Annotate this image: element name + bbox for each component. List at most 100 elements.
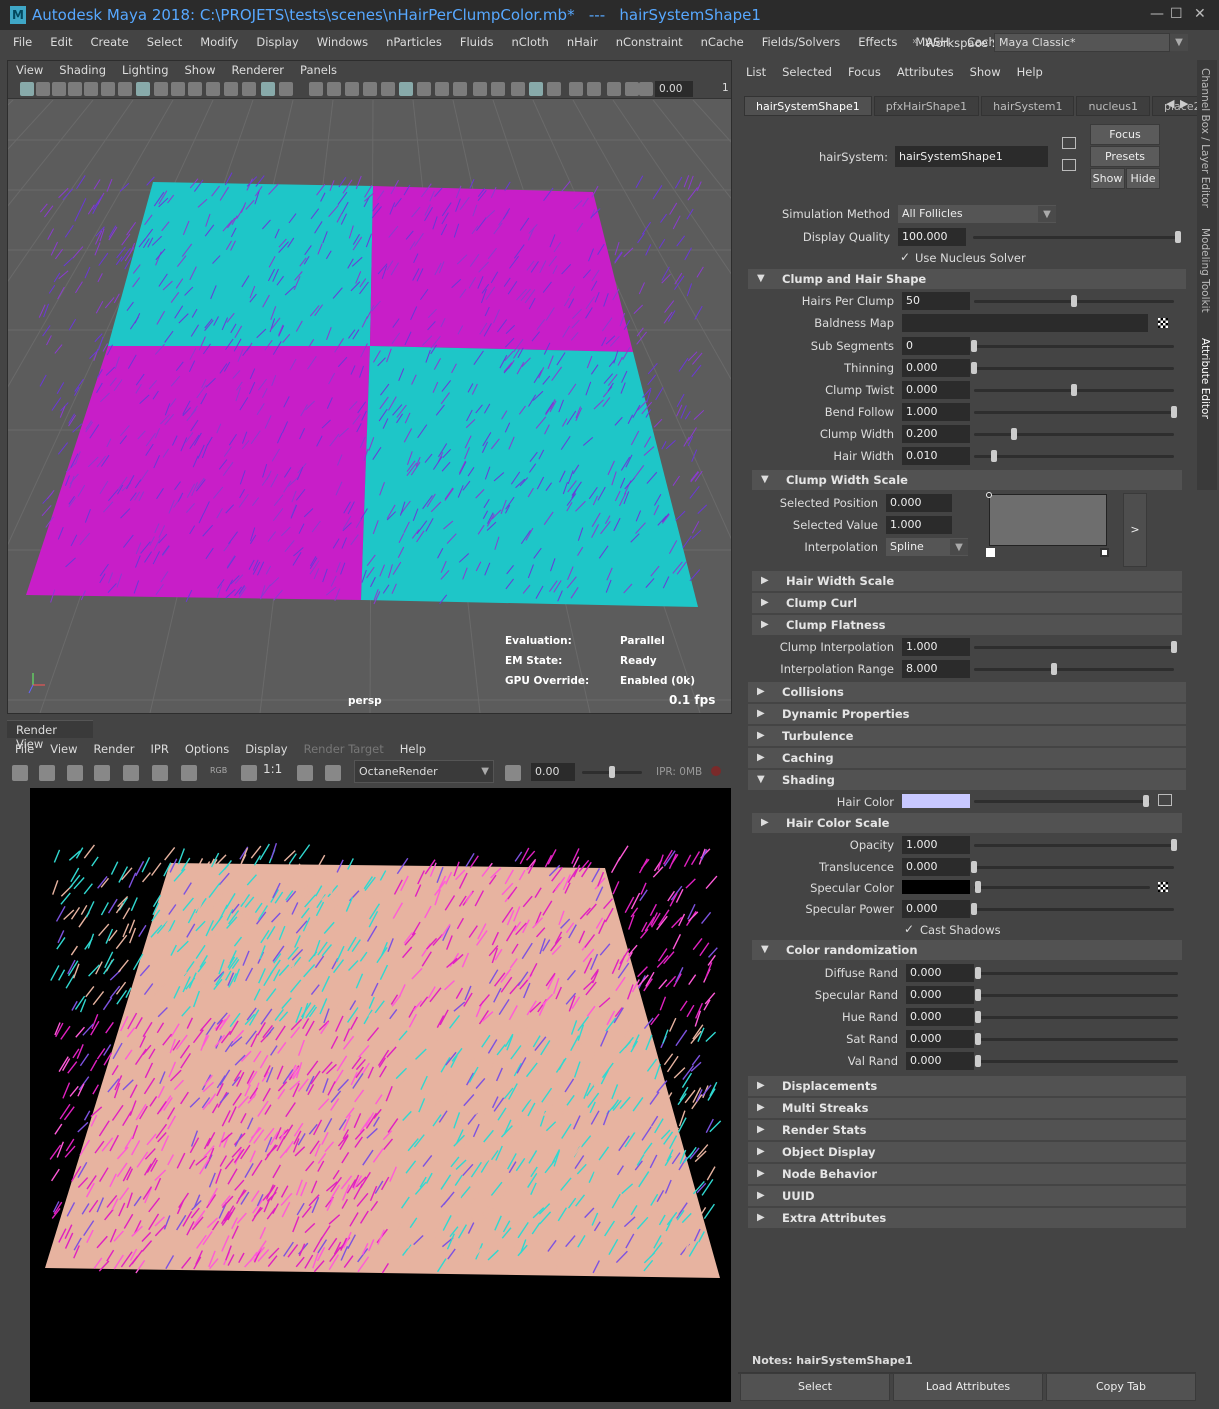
tool-icon[interactable]	[36, 82, 50, 96]
section-header[interactable]: ▶ Caching	[748, 748, 1186, 768]
menu-item[interactable]: nCloth	[502, 35, 557, 49]
expand-ramp-button[interactable]: >	[1123, 493, 1147, 567]
tool-icon[interactable]	[118, 82, 132, 96]
slider-knob[interactable]	[975, 989, 981, 1001]
section-header[interactable]: ▶ Turbulence	[748, 726, 1186, 746]
ratio-button[interactable]: 1:1	[263, 762, 282, 776]
section-header[interactable]: ▶ Displacements	[748, 1076, 1186, 1096]
checker-icon[interactable]	[1158, 882, 1168, 892]
attr-field[interactable]: 8.000	[902, 660, 970, 678]
menu-item[interactable]: Display	[247, 35, 307, 49]
tool-icon[interactable]	[473, 82, 487, 96]
viewport-menu-item[interactable]: Lighting	[114, 63, 176, 77]
viewport-menu-item[interactable]: Show	[177, 63, 224, 77]
attr-field[interactable]: 1.000	[902, 403, 970, 421]
menu-item[interactable]: nHair	[558, 35, 607, 49]
output-connection-icon[interactable]	[1062, 159, 1076, 171]
tool-icon[interactable]	[188, 82, 202, 96]
node-name-field[interactable]: hairSystemShape1	[895, 146, 1048, 167]
menu-item[interactable]: Modify	[191, 35, 247, 49]
tool-icon[interactable]	[224, 82, 238, 96]
tool-icon[interactable]	[529, 82, 543, 96]
tool-icon[interactable]	[261, 82, 275, 96]
slider-knob[interactable]	[1171, 839, 1177, 851]
ae-menu-item[interactable]: Show	[962, 65, 1009, 79]
tool-icon[interactable]	[20, 82, 34, 96]
render-menu-item[interactable]: Display	[237, 742, 295, 756]
render-menu-item[interactable]: Help	[392, 742, 434, 756]
slider-knob[interactable]	[1071, 384, 1077, 396]
slider-knob[interactable]	[971, 340, 977, 352]
slider-knob[interactable]	[971, 861, 977, 873]
tool-icon[interactable]	[453, 82, 467, 96]
show-button[interactable]: Show	[1090, 168, 1125, 189]
render-tool-icon[interactable]	[181, 765, 197, 781]
menu-item[interactable]: nConstraint	[607, 35, 692, 49]
render-menu-item[interactable]: Render	[86, 742, 143, 756]
menu-item[interactable]: Fields/Solvers	[753, 35, 850, 49]
section-header[interactable]: ▶ Collisions	[748, 682, 1186, 702]
maximize-icon[interactable]: ☐	[1170, 6, 1183, 22]
section-header[interactable]: ▶ Clump Flatness	[752, 615, 1182, 635]
ramp-start-icon[interactable]	[986, 548, 995, 557]
rgb-button[interactable]: RGB	[210, 766, 227, 775]
menu-item[interactable]: nParticles	[377, 35, 451, 49]
workspace-select[interactable]: Maya Classic*	[994, 33, 1170, 52]
ramp-graph[interactable]	[989, 494, 1107, 546]
tool-icon[interactable]	[435, 82, 449, 96]
render-menu-item[interactable]: View	[42, 742, 85, 756]
display-quality-slider[interactable]	[973, 236, 1181, 239]
menu-item[interactable]: Fluids	[451, 35, 503, 49]
display-quality-knob[interactable]	[1175, 231, 1181, 243]
tool-icon[interactable]	[206, 82, 220, 96]
slider-knob[interactable]	[1143, 795, 1149, 807]
attr-slider[interactable]	[974, 668, 1174, 671]
tool-icon[interactable]	[309, 82, 323, 96]
render-tool-icon[interactable]	[241, 765, 257, 781]
tab-channel-box[interactable]: Channel Box / Layer Editor	[1199, 68, 1211, 208]
ae-tab[interactable]: nucleus1	[1076, 96, 1151, 116]
section-header[interactable]: ▶ Render Stats	[748, 1120, 1186, 1140]
hair-color-swatch[interactable]	[902, 794, 970, 808]
menu-item[interactable]: File	[4, 35, 41, 49]
attr-field[interactable]: 0.000	[906, 1052, 974, 1070]
attr-field[interactable]: 0.000	[902, 900, 970, 918]
slider-knob[interactable]	[1011, 428, 1017, 440]
ae-menu-item[interactable]: List	[738, 65, 774, 79]
hide-button[interactable]: Hide	[1126, 168, 1160, 189]
ramp-field[interactable]: 0.000	[886, 494, 952, 512]
section-header[interactable]: ▶ Hair Color Scale	[752, 813, 1182, 833]
render-tool-icon[interactable]	[12, 765, 28, 781]
time-field[interactable]: 0.00	[655, 81, 693, 97]
renderer-select[interactable]: OctaneRender ▼	[354, 760, 494, 783]
spec-color-slider[interactable]	[974, 886, 1150, 889]
tool-icon[interactable]	[154, 82, 168, 96]
viewport-menu-item[interactable]: View	[8, 63, 51, 77]
tab-attribute-editor[interactable]: Attribute Editor	[1199, 338, 1211, 419]
menu-item[interactable]: Windows	[308, 35, 377, 49]
slider-knob[interactable]	[975, 881, 981, 893]
attr-slider[interactable]	[974, 433, 1174, 436]
section-header[interactable]: ▼ Clump and Hair Shape	[748, 269, 1186, 289]
viewport-panel[interactable]: View Shading Lighting Show Renderer Panels 0.…	[7, 60, 732, 714]
render-view-tab[interactable]: Render View	[7, 720, 93, 751]
section-header[interactable]: ▶ Object Display	[748, 1142, 1186, 1162]
tool-icon[interactable]	[279, 82, 293, 96]
attr-field[interactable]: 1.000	[902, 638, 970, 656]
presets-button[interactable]: Presets	[1090, 146, 1160, 167]
tool-icon[interactable]	[625, 82, 639, 96]
attr-field[interactable]: 0	[902, 337, 970, 355]
focus-button[interactable]: Focus	[1090, 124, 1160, 145]
attr-field[interactable]: 0.000	[902, 381, 970, 399]
menu-item[interactable]: Edit	[41, 35, 81, 49]
menu-item[interactable]: Create	[82, 35, 138, 49]
slider-knob[interactable]	[1051, 663, 1057, 675]
spec-color-swatch[interactable]	[902, 880, 970, 894]
chevron-down-icon[interactable]: ▼	[1038, 206, 1056, 222]
tool-icon[interactable]	[363, 82, 377, 96]
ramp-delete-icon[interactable]	[1100, 548, 1109, 557]
baldness-map-field[interactable]	[902, 314, 1148, 332]
tab-modeling-toolkit[interactable]: Modeling Toolkit	[1199, 228, 1211, 313]
ae-tab[interactable]: hairSystemShape1	[744, 96, 872, 116]
render-menu-item[interactable]: Options	[177, 742, 237, 756]
